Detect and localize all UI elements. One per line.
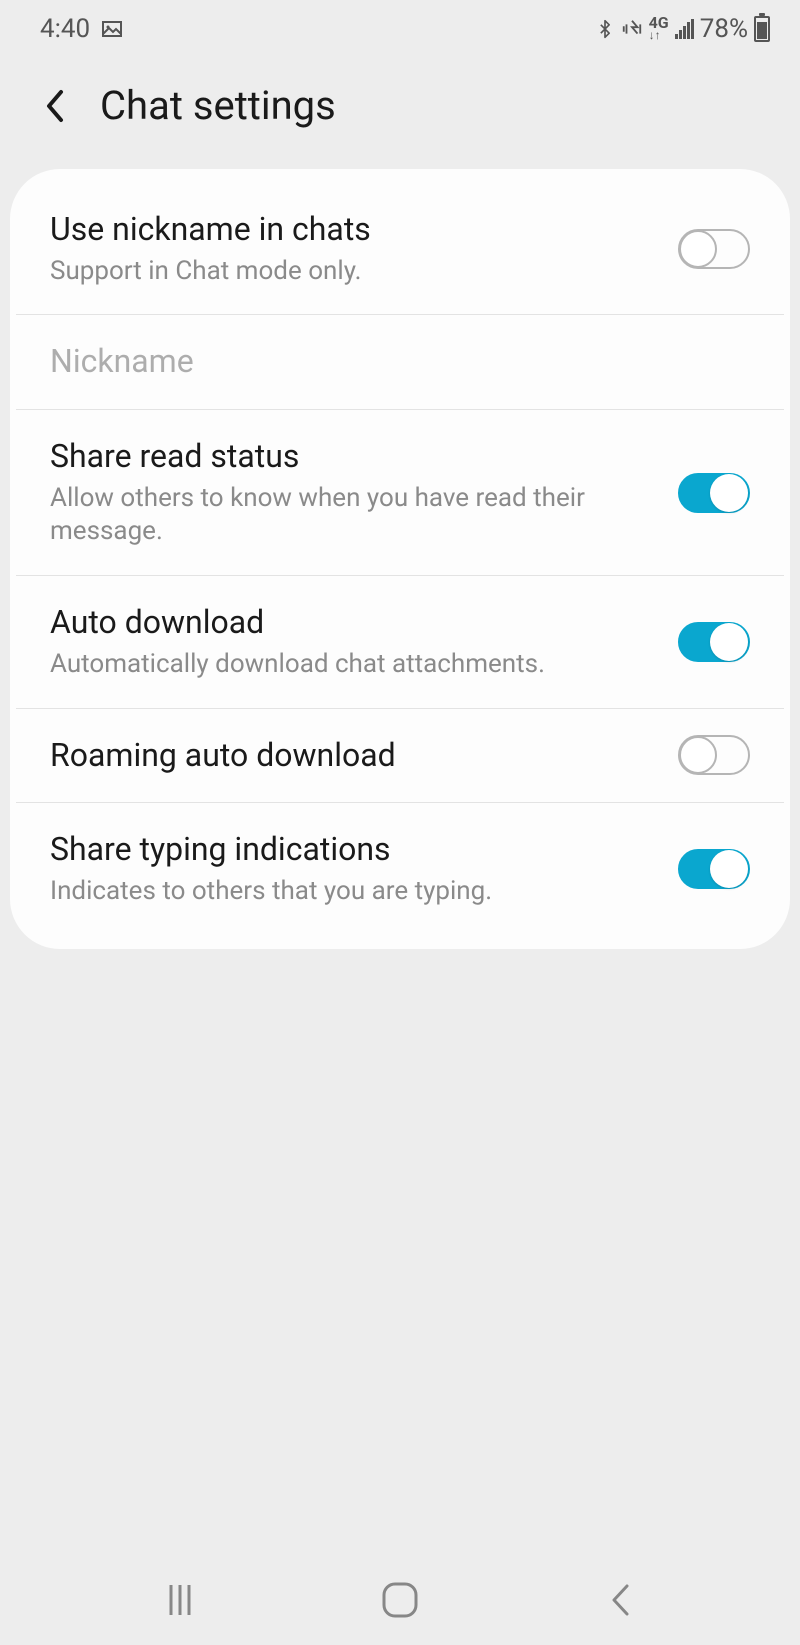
setting-title: Roaming auto download (50, 735, 658, 777)
setting-subtitle: Automatically download chat attachments. (50, 648, 658, 682)
navigation-bar (0, 1555, 800, 1645)
setting-title: Share typing indications (50, 829, 658, 871)
setting-auto-download[interactable]: Auto download Automatically download cha… (16, 576, 784, 708)
signal-icon (675, 19, 694, 39)
use-nickname-toggle[interactable] (678, 229, 750, 269)
page-header: Chat settings (0, 54, 800, 169)
setting-subtitle: Allow others to know when you have read … (50, 482, 658, 550)
status-time: 4:40 (40, 14, 90, 44)
setting-nickname-field[interactable]: Nickname (16, 315, 784, 410)
vibrate-icon (621, 17, 643, 41)
settings-card: Use nickname in chats Support in Chat mo… (10, 169, 790, 949)
battery-icon (754, 16, 770, 42)
setting-use-nickname[interactable]: Use nickname in chats Support in Chat mo… (16, 169, 784, 315)
status-bar: 4:40 4G↓↑ 78% (0, 0, 800, 54)
home-button[interactable] (375, 1575, 425, 1625)
status-left: 4:40 (40, 14, 124, 44)
recents-button[interactable] (155, 1575, 205, 1625)
nav-back-button[interactable] (595, 1575, 645, 1625)
share-read-status-toggle[interactable] (678, 473, 750, 513)
auto-download-toggle[interactable] (678, 622, 750, 662)
setting-subtitle: Support in Chat mode only. (50, 255, 658, 289)
setting-share-typing[interactable]: Share typing indications Indicates to ot… (16, 803, 784, 948)
setting-title: Auto download (50, 602, 658, 644)
battery-percent: 78% (700, 14, 748, 44)
home-icon (381, 1581, 419, 1619)
setting-subtitle: Indicates to others that you are typing. (50, 875, 658, 909)
chevron-left-icon (608, 1582, 632, 1618)
chevron-left-icon (43, 88, 65, 124)
bluetooth-icon (595, 17, 615, 41)
network-4g-icon: 4G↓↑ (649, 17, 669, 41)
share-typing-toggle[interactable] (678, 849, 750, 889)
setting-roaming-auto-download[interactable]: Roaming auto download (16, 709, 784, 804)
setting-title: Nickname (50, 341, 730, 383)
setting-title: Use nickname in chats (50, 209, 658, 251)
setting-share-read-status[interactable]: Share read status Allow others to know w… (16, 410, 784, 576)
recents-icon (165, 1583, 195, 1617)
setting-title: Share read status (50, 436, 658, 478)
picture-icon (100, 17, 124, 41)
back-button[interactable] (40, 86, 68, 126)
status-right: 4G↓↑ 78% (595, 14, 770, 44)
roaming-auto-download-toggle[interactable] (678, 735, 750, 775)
page-title: Chat settings (100, 82, 336, 129)
